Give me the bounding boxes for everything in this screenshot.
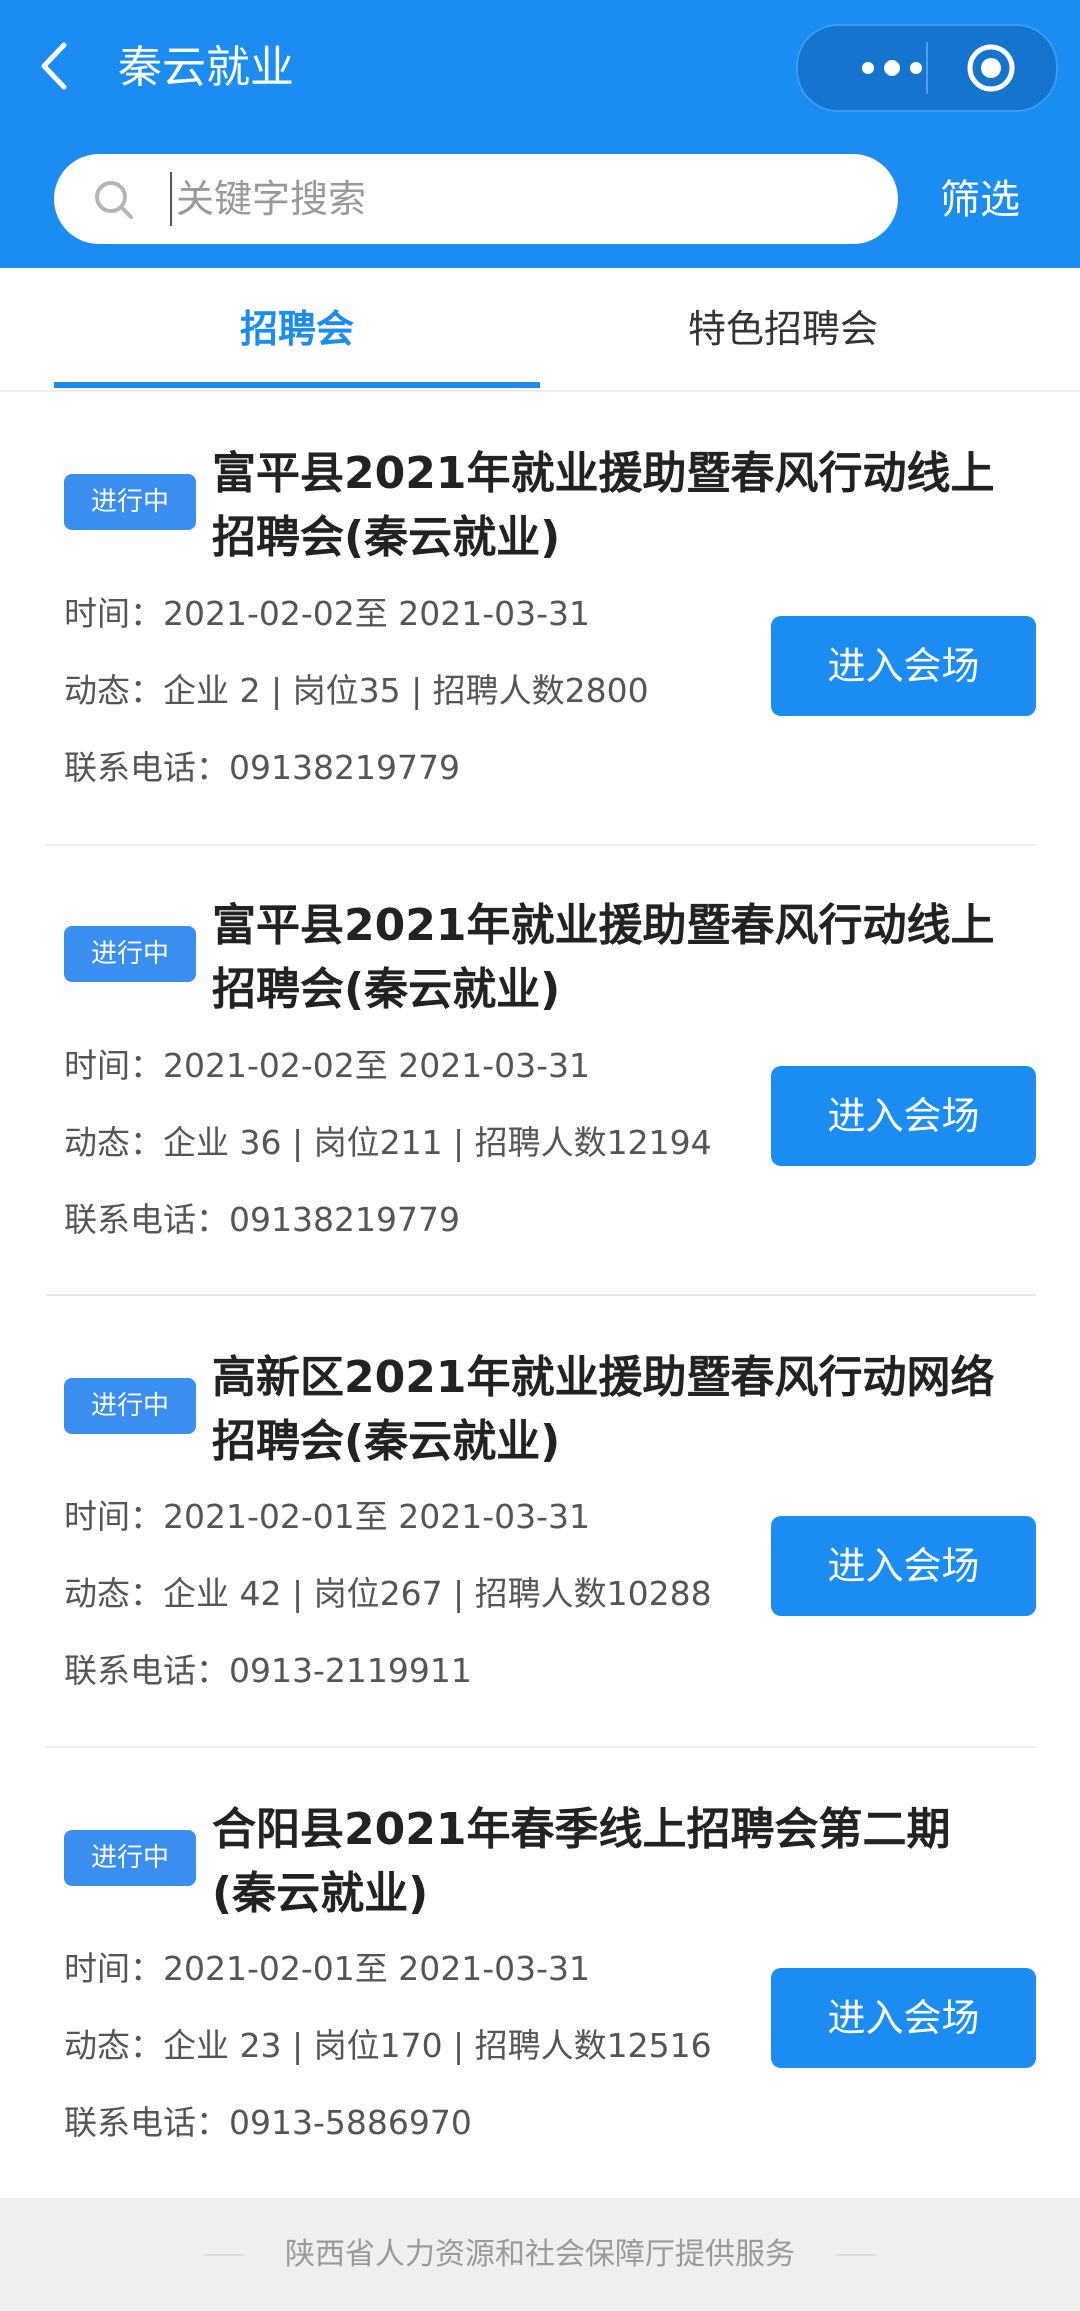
filter-button[interactable]: 筛选 <box>940 170 1020 230</box>
job-fair-title: 富平县2021年就业援助暨春风行动线上招聘会(秦云就业) <box>212 900 995 1015</box>
status-badge: 进行中 <box>64 926 196 982</box>
job-fair-stats: 动态：企业 36 | 岗位211 | 招聘人数12194 <box>64 1123 712 1162</box>
job-fair-stats: 动态：企业 2 | 岗位35 | 招聘人数2800 <box>64 671 649 710</box>
top-bar: 秦云就业 筛选 <box>0 0 1080 268</box>
search-icon <box>92 178 136 226</box>
job-fair-card: 进行中 富平县2021年就业援助暨春风行动线上招聘会(秦云就业) 时间：2021… <box>46 392 1036 846</box>
app-title: 秦云就业 <box>118 42 294 93</box>
enter-venue-button[interactable]: 进入会场 <box>771 1968 1036 2068</box>
status-badge: 进行中 <box>64 474 196 530</box>
tab-special-job-fair[interactable]: 特色招聘会 <box>540 268 1026 390</box>
search-input[interactable] <box>170 172 856 226</box>
close-target-icon[interactable] <box>928 26 1054 110</box>
search-box <box>54 154 898 244</box>
job-fair-time: 时间：2021-02-01至 2021-03-31 <box>64 1497 591 1536</box>
job-fair-card: 进行中 高新区2021年就业援助暨春风行动网络招聘会(秦云就业) 时间：2021… <box>46 1296 1036 1748</box>
job-fair-phone: 联系电话：09138219779 <box>64 1200 460 1239</box>
tab-bar: 招聘会 特色招聘会 <box>0 268 1080 392</box>
back-arrow-icon[interactable] <box>40 38 84 94</box>
footer: 陕西省人力资源和社会保障厅提供服务 <box>0 2198 1080 2311</box>
status-badge: 进行中 <box>64 1830 196 1886</box>
job-fair-time: 时间：2021-02-02至 2021-03-31 <box>64 594 591 633</box>
tab-job-fair[interactable]: 招聘会 <box>54 268 540 390</box>
enter-venue-button[interactable]: 进入会场 <box>771 616 1036 716</box>
job-fair-title: 高新区2021年就业援助暨春风行动网络招聘会(秦云就业) <box>212 1352 995 1467</box>
job-fair-phone: 联系电话：0913-5886970 <box>64 2103 472 2142</box>
job-fair-title: 富平县2021年就业援助暨春风行动线上招聘会(秦云就业) <box>212 448 995 563</box>
job-fair-stats: 动态：企业 42 | 岗位267 | 招聘人数10288 <box>64 1574 712 1613</box>
enter-venue-button[interactable]: 进入会场 <box>771 1516 1036 1616</box>
job-fair-card: 进行中 富平县2021年就业援助暨春风行动线上招聘会(秦云就业) 时间：2021… <box>46 844 1036 1296</box>
job-fair-time: 时间：2021-02-02至 2021-03-31 <box>64 1046 591 1085</box>
active-tab-indicator <box>54 382 540 388</box>
status-badge: 进行中 <box>64 1378 196 1434</box>
job-fair-title: 合阳县2021年春季线上招聘会第二期(秦云就业) <box>212 1804 951 1919</box>
job-fair-phone: 联系电话：09138219779 <box>64 748 460 787</box>
job-fair-time: 时间：2021-02-01至 2021-03-31 <box>64 1949 591 1988</box>
mini-program-capsule <box>796 24 1058 112</box>
footer-text: 陕西省人力资源和社会保障厅提供服务 <box>285 2237 795 2272</box>
footer-divider-right <box>836 2254 876 2256</box>
job-fair-phone: 联系电话：0913-2119911 <box>64 1651 472 1690</box>
job-fair-stats: 动态：企业 23 | 岗位170 | 招聘人数12516 <box>64 2026 712 2065</box>
job-fair-card: 进行中 合阳县2021年春季线上招聘会第二期(秦云就业) 时间：2021-02-… <box>46 1748 1036 2198</box>
enter-venue-button[interactable]: 进入会场 <box>771 1066 1036 1166</box>
